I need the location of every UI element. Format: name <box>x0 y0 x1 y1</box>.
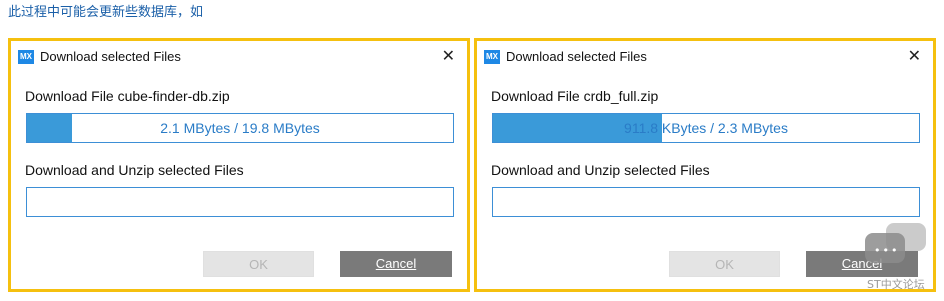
page-caption: 此过程中可能会更新些数据库，如 <box>8 5 204 20</box>
download-dialog-1: MX Download selected Files ✕ Download Fi… <box>8 38 470 292</box>
close-icon[interactable]: ✕ <box>442 46 455 65</box>
forum-watermark: ••• ST中文论坛 <box>864 223 940 295</box>
close-icon[interactable]: ✕ <box>908 46 921 65</box>
ok-button[interactable]: OK <box>669 251 780 277</box>
download-progress-bar: 911.8 KBytes / 2.3 MBytes <box>492 113 920 143</box>
unzip-label: Download and Unzip selected Files <box>25 162 244 178</box>
ok-button[interactable]: OK <box>203 251 314 277</box>
progress-text: 911.8 KBytes / 2.3 MBytes <box>624 120 788 136</box>
unzip-progress-bar <box>26 187 454 217</box>
cancel-button[interactable]: Cancel <box>340 251 452 277</box>
download-file-label: Download File crdb_full.zip <box>491 88 659 104</box>
progress-text: 2.1 MBytes / 19.8 MBytes <box>160 120 320 136</box>
watermark-text: ST中文论坛 <box>867 278 925 291</box>
unzip-label: Download and Unzip selected Files <box>491 162 710 178</box>
dialog-title: Download selected Files <box>506 49 647 64</box>
download-file-label: Download File cube-finder-db.zip <box>25 88 230 104</box>
download-progress-bar: 2.1 MBytes / 19.8 MBytes <box>26 113 454 143</box>
mx-app-icon: MX <box>18 50 34 64</box>
chat-dots-icon: ••• <box>874 244 900 257</box>
mx-app-icon: MX <box>484 50 500 64</box>
dialog-titlebar: MX Download selected Files ✕ <box>477 41 933 73</box>
dialog-title: Download selected Files <box>40 49 181 64</box>
dialog-titlebar: MX Download selected Files ✕ <box>11 41 467 73</box>
unzip-progress-bar <box>492 187 920 217</box>
